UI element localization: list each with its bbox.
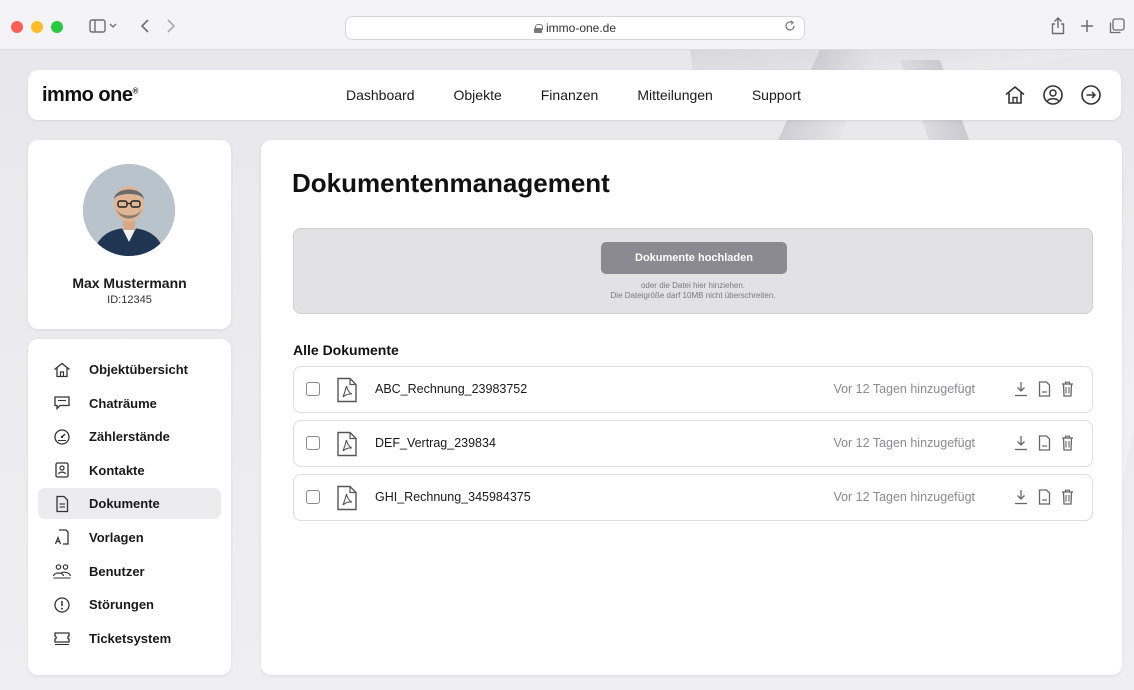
top-navigation: immo one® Dashboard Objekte Finanzen Mit… <box>28 70 1121 120</box>
sidebar-toggle-icon[interactable] <box>86 15 120 37</box>
document-name[interactable]: DEF_Vertrag_239834 <box>375 436 496 450</box>
browser-toolbar: immo-one.de <box>0 0 1134 50</box>
sidebar-item-zaehlerstaende[interactable]: Zählerstände <box>38 421 221 452</box>
sidebar-item-label: Störungen <box>89 597 154 613</box>
nav-support[interactable]: Support <box>752 87 801 103</box>
nav-mitteilungen[interactable]: Mitteilungen <box>637 87 713 103</box>
table-row[interactable]: ABC_Rechnung_23983752 Vor 12 Tagen hinzu… <box>293 366 1093 413</box>
sidebar-item-stoerungen[interactable]: Störungen <box>38 589 221 620</box>
preview-file-icon[interactable] <box>1037 380 1051 398</box>
sidebar-item-label: Ticketsystem <box>89 630 172 646</box>
main-panel: Dokumentenmanagement Dokumente hochladen… <box>261 140 1122 675</box>
download-icon[interactable] <box>1014 488 1028 506</box>
nav-objekte[interactable]: Objekte <box>454 87 502 103</box>
sidebar-item-label: Objektübersicht <box>89 362 188 377</box>
document-added-date: Vor 12 Tagen hinzugefügt <box>833 490 975 504</box>
pdf-file-icon <box>336 431 358 457</box>
document-name[interactable]: GHI_Rechnung_345984375 <box>375 490 531 504</box>
nav-finanzen[interactable]: Finanzen <box>541 87 599 103</box>
sidebar-item-label: Dokumente <box>89 496 160 512</box>
tab-overview-icon[interactable] <box>1107 15 1127 37</box>
page-title: Dokumentenmanagement <box>292 168 610 198</box>
url-text: immo-one.de <box>545 21 617 35</box>
sidebar-item-chatraeume[interactable]: Chaträume <box>38 388 221 419</box>
sidebar-menu: Objektübersicht Chaträume Zählerstände K… <box>28 339 231 675</box>
sidebar-item-label: Zählerstände <box>89 429 170 445</box>
close-window-button[interactable] <box>11 21 23 33</box>
sidebar-item-benutzer[interactable]: Benutzer <box>38 556 221 587</box>
lock-icon <box>533 24 543 33</box>
ticket-icon <box>52 628 72 648</box>
address-bar[interactable]: immo-one.de <box>345 16 805 40</box>
pdf-file-icon <box>336 377 358 403</box>
document-icon <box>52 494 72 514</box>
sidebar-item-ticketsystem[interactable]: Ticketsystem <box>38 623 221 654</box>
nav-dashboard[interactable]: Dashboard <box>346 87 415 103</box>
sidebar-item-label: Chaträume <box>89 395 157 411</box>
main-nav-links: Dashboard Objekte Finanzen Mitteilungen … <box>346 70 840 120</box>
table-row[interactable]: GHI_Rechnung_345984375 Vor 12 Tagen hinz… <box>293 474 1093 521</box>
documents-section-title: Alle Dokumente <box>293 342 399 358</box>
brand-logo[interactable]: immo one® <box>42 84 138 107</box>
minimize-window-button[interactable] <box>31 21 43 33</box>
document-added-date: Vor 12 Tagen hinzugefügt <box>833 382 975 396</box>
preview-file-icon[interactable] <box>1037 434 1051 452</box>
home-icon[interactable] <box>1003 83 1027 107</box>
profile-card: Max Mustermann ID:12345 <box>28 140 231 329</box>
sidebar-item-kontakte[interactable]: Kontakte <box>38 455 221 486</box>
document-name[interactable]: ABC_Rechnung_23983752 <box>375 382 527 396</box>
upload-dropzone[interactable]: Dokumente hochladen oder die Datei hier … <box>293 228 1093 314</box>
avatar[interactable] <box>83 164 175 256</box>
gauge-icon <box>52 427 72 447</box>
trash-icon[interactable] <box>1060 488 1074 506</box>
users-icon <box>52 561 72 581</box>
download-icon[interactable] <box>1014 380 1028 398</box>
alert-icon <box>52 595 72 615</box>
template-icon <box>52 527 72 547</box>
pdf-file-icon <box>336 485 358 511</box>
preview-file-icon[interactable] <box>1037 488 1051 506</box>
upload-hint: oder die Datei hier hinziehen. Die Datei… <box>610 281 776 300</box>
document-checkbox[interactable] <box>306 490 320 504</box>
table-row[interactable]: DEF_Vertrag_239834 Vor 12 Tagen hinzugef… <box>293 420 1093 467</box>
document-added-date: Vor 12 Tagen hinzugefügt <box>833 436 975 450</box>
document-checkbox[interactable] <box>306 382 320 396</box>
logout-icon[interactable] <box>1079 83 1103 107</box>
document-checkbox[interactable] <box>306 436 320 450</box>
new-tab-icon[interactable] <box>1077 15 1097 37</box>
contact-card-icon <box>52 460 72 480</box>
profile-id: ID:12345 <box>107 294 152 306</box>
back-icon[interactable] <box>137 15 153 37</box>
trash-icon[interactable] <box>1060 380 1074 398</box>
chat-icon <box>52 393 72 413</box>
sidebar-item-label: Kontakte <box>89 462 145 478</box>
sidebar-item-objektuebersicht[interactable]: Objektübersicht <box>38 354 221 385</box>
maximize-window-button[interactable] <box>51 21 63 33</box>
house-icon <box>52 360 72 380</box>
trash-icon[interactable] <box>1060 434 1074 452</box>
sidebar-item-dokumente[interactable]: Dokumente <box>38 488 221 520</box>
sidebar-item-vorlagen[interactable]: Vorlagen <box>38 522 221 553</box>
sidebar-item-label: Vorlagen <box>89 529 144 545</box>
user-circle-icon[interactable] <box>1041 83 1065 107</box>
reload-icon[interactable] <box>784 20 796 35</box>
share-icon[interactable] <box>1048 15 1068 37</box>
sidebar-item-label: Benutzer <box>89 563 145 579</box>
profile-name: Max Mustermann <box>72 275 187 291</box>
upload-documents-button[interactable]: Dokumente hochladen <box>601 242 787 274</box>
download-icon[interactable] <box>1014 434 1028 452</box>
forward-icon[interactable] <box>163 15 179 37</box>
